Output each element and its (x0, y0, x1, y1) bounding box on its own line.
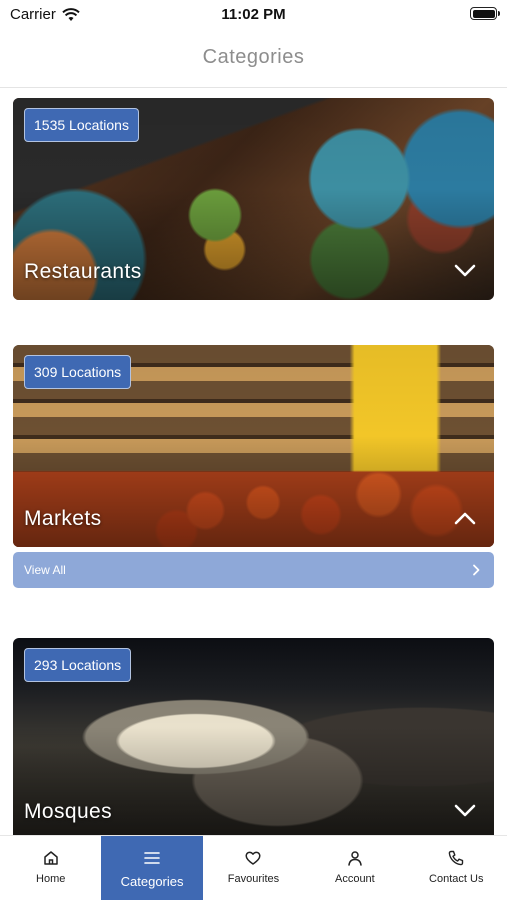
chevron-right-icon (473, 564, 480, 576)
tab-label: Account (334, 873, 375, 885)
battery-icon (470, 7, 500, 20)
tab-bar: Home Categories Favourites Account Conta… (0, 835, 507, 900)
category-card-mosques[interactable]: 293 Locations Mosques (13, 638, 494, 836)
view-all-label: View All (24, 563, 66, 577)
tab-home[interactable]: Home (0, 836, 101, 900)
tab-label: Favourites (227, 873, 280, 885)
home-icon (43, 851, 58, 865)
phone-icon (448, 850, 464, 866)
page-title: Categories (202, 46, 305, 68)
tab-label: Categories (120, 874, 184, 889)
nav-bar: Categories (0, 32, 507, 88)
chevron-down-icon[interactable] (454, 804, 476, 818)
tab-categories[interactable]: Categories (101, 836, 203, 900)
status-bar: Carrier 11:02 PM (0, 0, 507, 30)
location-count-badge: 293 Locations (24, 648, 132, 682)
chevron-down-icon[interactable] (454, 264, 476, 278)
tab-favourites[interactable]: Favourites (203, 836, 304, 900)
view-all-button[interactable]: View All (13, 552, 494, 588)
tab-account[interactable]: Account (304, 836, 405, 900)
category-title: Markets (24, 507, 102, 530)
tab-label: Contact Us (429, 873, 484, 885)
category-card-markets[interactable]: 309 Locations Markets (13, 345, 494, 547)
location-count-badge: 309 Locations (24, 355, 132, 389)
location-count-badge: 1535 Locations (24, 108, 139, 142)
category-title: Restaurants (24, 260, 142, 283)
category-title: Mosques (24, 800, 113, 823)
tab-contact-us[interactable]: Contact Us (406, 836, 507, 900)
status-time: 11:02 PM (221, 6, 286, 23)
heart-icon (245, 851, 261, 865)
menu-icon (144, 852, 160, 864)
user-icon (348, 851, 362, 866)
category-card-restaurants[interactable]: 1535 Locations Restaurants (13, 98, 494, 300)
tab-label: Home (36, 873, 66, 885)
chevron-up-icon[interactable] (454, 511, 476, 525)
